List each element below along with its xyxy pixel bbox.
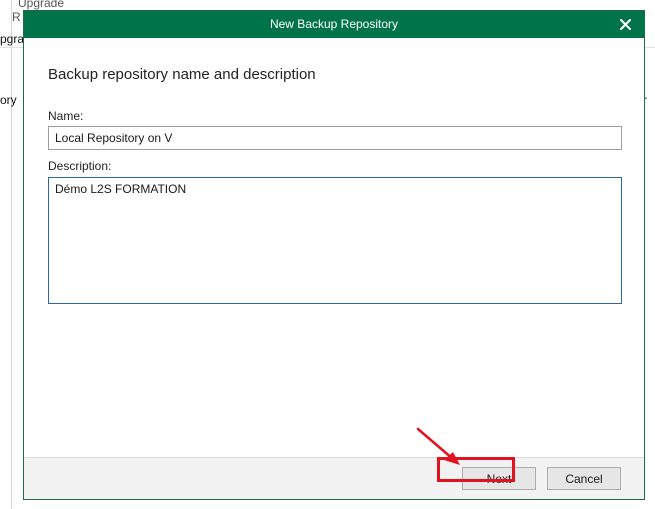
name-label: Name: (48, 109, 84, 123)
dialog-footer: Next Cancel (24, 457, 644, 499)
description-input[interactable]: Démo L2S FORMATION (48, 177, 622, 304)
page-heading: Backup repository name and description (48, 66, 316, 83)
arrow-icon (416, 427, 460, 465)
close-icon (619, 19, 631, 30)
dialog-title: New Backup Repository (269, 17, 399, 31)
background-fragment: R (12, 10, 21, 24)
new-backup-repository-dialog: New Backup Repository Backup repository … (23, 10, 645, 500)
cancel-button[interactable]: Cancel (547, 467, 621, 490)
dialog-titlebar[interactable]: New Backup Repository (24, 11, 644, 38)
background-upgrade-tab[interactable]: pgra (0, 32, 24, 46)
background-column-fragment: ory (0, 93, 17, 107)
background-divider (11, 0, 12, 509)
close-button[interactable] (606, 11, 644, 38)
background-upgrade-label: Upgrade (18, 0, 65, 10)
name-input[interactable] (48, 126, 622, 150)
next-button[interactable]: Next (462, 467, 536, 490)
description-label: Description: (48, 159, 112, 173)
